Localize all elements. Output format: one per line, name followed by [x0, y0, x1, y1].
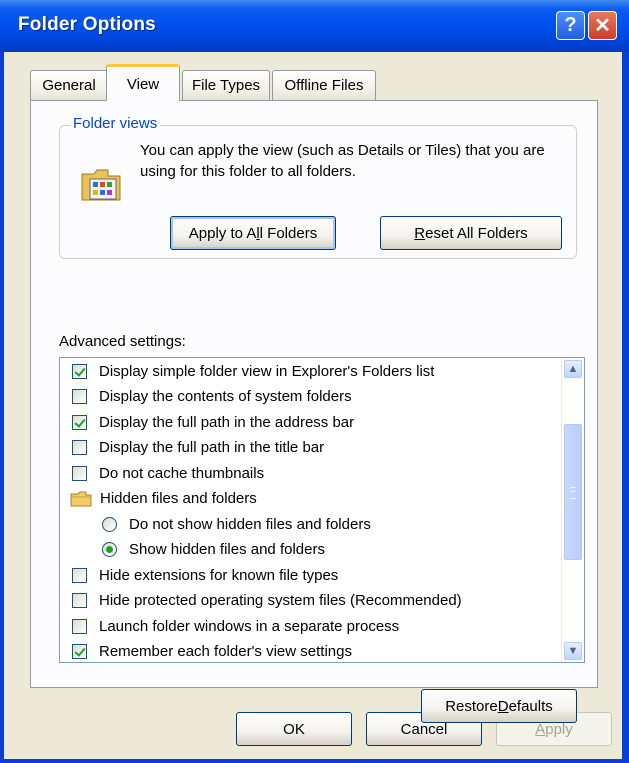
help-icon: ? — [564, 14, 577, 36]
folder-views-caption: Folder views — [70, 115, 161, 132]
setting-hide-protected-files[interactable]: Hide protected operating system files (R… — [72, 588, 462, 614]
tab-offline-files[interactable]: Offline Files — [272, 70, 376, 100]
vertical-scrollbar[interactable]: ▲ ▼ — [561, 358, 584, 662]
title-bar[interactable]: Folder Options ? ✕ — [0, 0, 629, 52]
reset-all-folders-button[interactable]: Reset All Folders — [380, 216, 562, 250]
tab-view[interactable]: View — [106, 64, 180, 101]
checkbox[interactable] — [72, 440, 87, 455]
apply-to-all-folders-button[interactable]: Apply to All Folders — [170, 216, 336, 250]
close-button[interactable]: ✕ — [588, 11, 617, 40]
grip-icon — [570, 487, 576, 499]
advanced-settings-label: Advanced settings: — [59, 333, 186, 350]
setting-remember-view-settings[interactable]: Remember each folder's view settings — [72, 639, 352, 663]
radio-button[interactable] — [102, 516, 117, 532]
help-button[interactable]: ? — [556, 11, 585, 40]
scrollbar-thumb[interactable] — [564, 424, 582, 560]
folder-views-description: You can apply the view (such as Details … — [140, 142, 545, 180]
dialog-client-area: General View File Types Offline Files Fo… — [4, 52, 622, 759]
checkbox[interactable] — [72, 389, 87, 404]
scroll-up-arrow-icon[interactable]: ▲ — [564, 360, 582, 378]
checkbox[interactable] — [72, 618, 87, 634]
tab-file-types[interactable]: File Types — [182, 70, 270, 100]
folder-views-icon — [81, 169, 121, 201]
checkbox[interactable] — [72, 363, 87, 379]
checkbox[interactable] — [72, 567, 87, 583]
setting-contents-system-folders[interactable]: Display the contents of system folders — [72, 384, 352, 410]
setting-launch-separate-process[interactable]: Launch folder windows in a separate proc… — [72, 613, 399, 639]
advanced-settings-list[interactable]: Display simple folder view in Explorer's… — [59, 357, 585, 663]
checkbox[interactable] — [72, 465, 87, 481]
setting-do-not-cache-thumbnails[interactable]: Do not cache thumbnails — [72, 460, 264, 486]
ok-button[interactable]: OK — [236, 712, 352, 746]
setting-full-path-address-bar[interactable]: Display the full path in the address bar — [72, 409, 354, 435]
window-title: Folder Options — [18, 14, 156, 35]
folder-icon — [70, 491, 92, 506]
close-icon: ✕ — [594, 15, 611, 37]
setting-hide-extensions[interactable]: Hide extensions for known file types — [72, 562, 338, 588]
checkbox[interactable] — [72, 644, 87, 659]
tab-general[interactable]: General — [30, 70, 108, 100]
folder-options-window: Folder Options ? ✕ General View File Typ… — [0, 0, 629, 763]
scroll-down-arrow-icon[interactable]: ▼ — [564, 642, 582, 660]
setting-simple-folder-view[interactable]: Display simple folder view in Explorer's… — [72, 358, 434, 384]
checkbox[interactable] — [72, 414, 87, 430]
checkbox[interactable] — [72, 593, 87, 608]
setting-do-not-show-hidden[interactable]: Do not show hidden files and folders — [102, 511, 371, 537]
setting-full-path-title-bar[interactable]: Display the full path in the title bar — [72, 435, 324, 461]
view-tab-panel: Folder views You can apply the view (suc… — [30, 100, 598, 723]
setting-hidden-files-group: Hidden files and folders — [70, 486, 257, 512]
restore-defaults-button[interactable]: Restore Defaults — [421, 689, 577, 723]
radio-button[interactable] — [102, 542, 117, 557]
folder-views-group: Folder views You can apply the view (suc… — [59, 115, 577, 259]
setting-show-hidden[interactable]: Show hidden files and folders — [102, 537, 325, 563]
